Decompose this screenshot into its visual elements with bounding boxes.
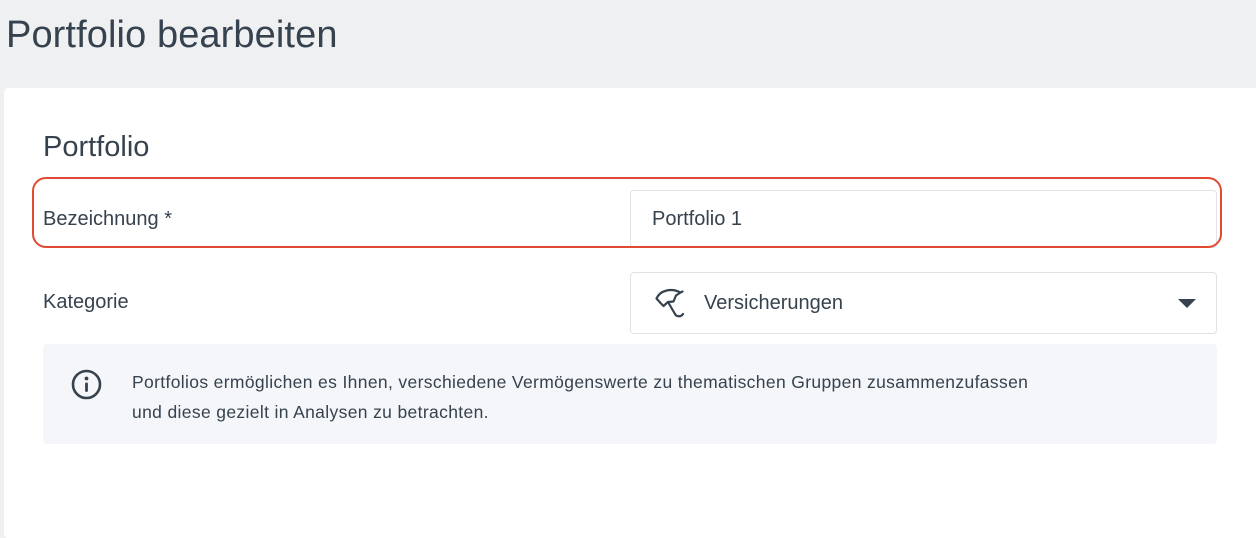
info-box: Portfolios ermöglichen es Ihnen, verschi… <box>43 344 1217 444</box>
name-label: Bezeichnung * <box>43 208 172 230</box>
info-icon <box>71 369 102 400</box>
category-label: Kategorie <box>43 291 129 313</box>
info-text-line: und diese gezielt in Analysen zu betrach… <box>132 402 489 422</box>
category-select[interactable]: Versicherungen <box>630 272 1217 334</box>
umbrella-icon <box>655 288 685 318</box>
name-input[interactable] <box>630 190 1217 248</box>
info-text: Portfolios ermöglichen es Ihnen, verschi… <box>132 367 1192 427</box>
portfolio-card: Portfolio Bezeichnung * Kategorie Versic… <box>4 88 1256 538</box>
category-value: Versicherungen <box>704 292 843 314</box>
page-title: Portfolio bearbeiten <box>6 14 338 56</box>
section-title: Portfolio <box>43 131 150 163</box>
info-text-line: Portfolios ermöglichen es Ihnen, verschi… <box>132 372 1029 392</box>
caret-down-icon <box>1178 299 1196 308</box>
